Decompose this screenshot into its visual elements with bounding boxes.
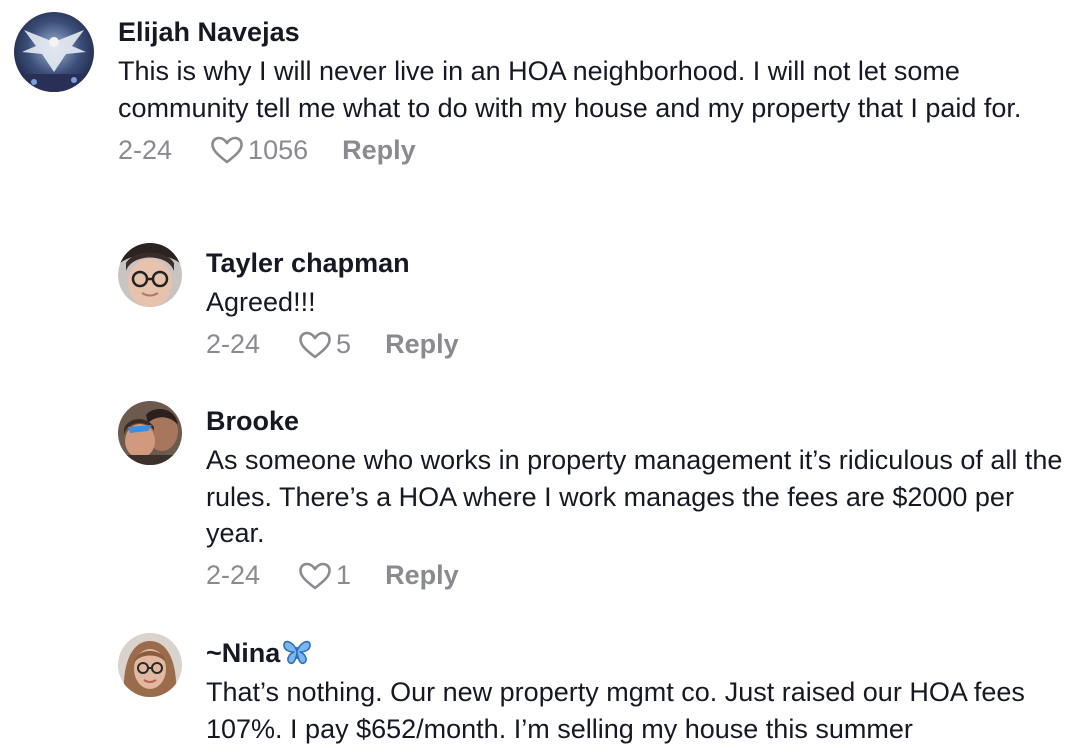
comments-list: Elijah Navejas This is why I will never … (0, 0, 1084, 756)
username-text: ~Nina (206, 638, 281, 668)
avatar[interactable] (118, 401, 182, 465)
avatar[interactable] (118, 243, 182, 307)
heart-icon (211, 136, 243, 164)
like-button[interactable]: 5 (298, 329, 351, 360)
like-count: 5 (336, 329, 352, 359)
reply-button[interactable]: Reply (385, 329, 459, 360)
like-button[interactable]: 1056 (210, 135, 308, 166)
comment-meta: 2-24 1 Reply (206, 556, 1068, 596)
butterfly-icon (283, 640, 312, 665)
comment-text: This is why I will never live in an HOA … (118, 56, 1022, 123)
like-count: 1056 (248, 134, 309, 165)
username[interactable]: Brooke (206, 404, 1068, 438)
comment-text: As someone who works in property managem… (206, 445, 1063, 548)
like-count: 1 (336, 560, 352, 590)
reply-button[interactable]: Reply (342, 135, 416, 166)
comment-text: Agreed!!! (206, 287, 316, 317)
avatar[interactable] (14, 12, 94, 92)
username[interactable]: Tayler chapman (206, 246, 1068, 280)
comment-meta: 2-24 5 Reply (206, 325, 1068, 365)
comment-meta: 2-24 1056 Reply (118, 130, 1068, 170)
comment-date: 2-24 (206, 560, 261, 590)
like-button[interactable]: 1 (298, 560, 351, 591)
username[interactable]: ~Nina (206, 636, 1068, 670)
username[interactable]: Elijah Navejas (118, 15, 1068, 49)
comment-date: 2-24 (206, 329, 261, 359)
comment-text: That’s nothing. Our new property mgmt co… (206, 677, 1025, 744)
comment-date: 2-24 (118, 134, 173, 165)
avatar[interactable] (118, 633, 182, 697)
reply-button[interactable]: Reply (385, 560, 459, 591)
heart-icon (299, 562, 331, 589)
heart-icon (299, 331, 331, 358)
